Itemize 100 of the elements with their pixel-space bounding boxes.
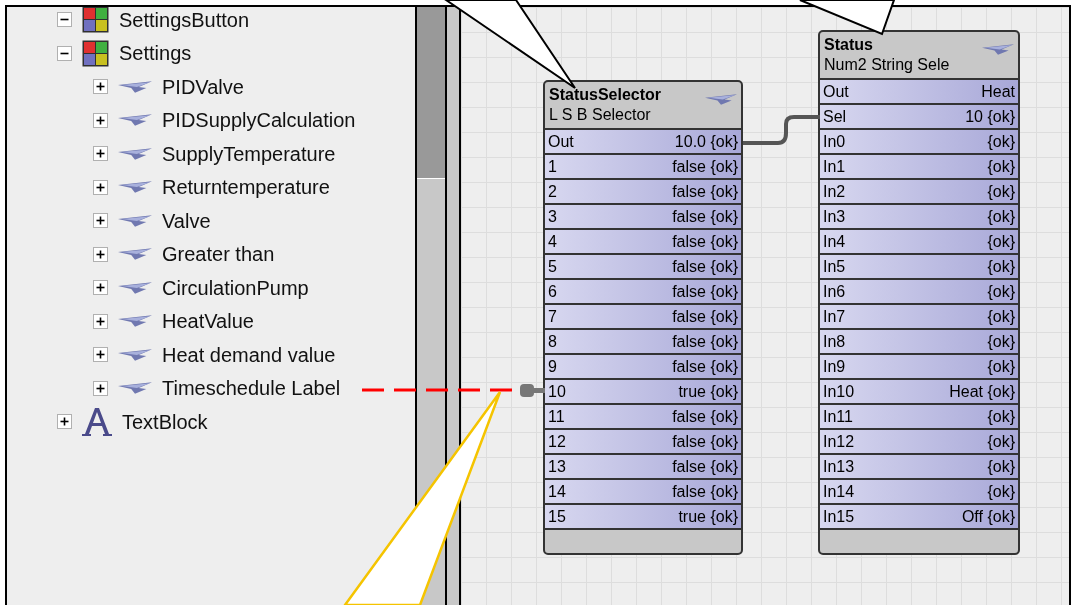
slot-row[interactable]: In7 {ok} <box>820 305 1018 330</box>
expand-icon[interactable] <box>93 112 108 128</box>
slot-row[interactable]: 4 false {ok} <box>545 230 741 255</box>
slot-row[interactable]: 10 true {ok} <box>545 380 741 405</box>
slot-name: 10 <box>548 383 566 400</box>
slot-row[interactable]: Out 10.0 {ok} <box>545 130 741 155</box>
tree-item-label[interactable]: Greater than <box>162 244 275 265</box>
wing-icon <box>118 79 152 94</box>
slot-row[interactable]: 11 false {ok} <box>545 405 741 430</box>
wing-icon <box>118 146 152 161</box>
slot-row[interactable]: In8 {ok} <box>820 330 1018 355</box>
wing-icon <box>118 347 152 362</box>
slot-value: {ok} <box>987 208 1015 225</box>
wing-icon <box>705 93 737 106</box>
slot-row[interactable]: 5 false {ok} <box>545 255 741 280</box>
slot-name: 11 <box>548 408 565 425</box>
slot-row[interactable]: 9 false {ok} <box>545 355 741 380</box>
slot-name: 13 <box>548 458 566 475</box>
expand-icon[interactable] <box>93 280 108 296</box>
slot-value: {ok} <box>987 308 1015 325</box>
slot-row[interactable]: Sel 10 {ok} <box>820 105 1018 130</box>
slot-row[interactable]: Out Heat <box>820 80 1018 105</box>
slot-row[interactable]: In15 Off {ok} <box>820 505 1018 530</box>
collapse-icon[interactable] <box>57 12 72 28</box>
slot-row[interactable]: In3 {ok} <box>820 205 1018 230</box>
expand-icon[interactable] <box>93 146 108 162</box>
slot-value: {ok} <box>987 158 1015 175</box>
tree-item-label[interactable]: SupplyTemperature <box>162 143 336 164</box>
slot-name: 6 <box>548 283 557 300</box>
slot-value: true {ok} <box>678 383 738 400</box>
tree-item-label[interactable]: TextBlock <box>122 411 208 432</box>
slot-value: false {ok} <box>672 208 738 225</box>
slot-value: false {ok} <box>672 358 738 375</box>
function-block[interactable] <box>543 80 743 555</box>
slot-name: 5 <box>548 258 557 275</box>
expand-icon[interactable] <box>93 246 108 262</box>
slot-row[interactable]: 7 false {ok} <box>545 305 741 330</box>
wing-icon <box>118 314 152 329</box>
slot-row[interactable]: In2 {ok} <box>820 180 1018 205</box>
slot-row[interactable]: 13 false {ok} <box>545 455 741 480</box>
tree-item-label[interactable]: PIDValve <box>162 76 244 97</box>
slot-value: false {ok} <box>672 258 738 275</box>
expand-icon[interactable] <box>93 313 108 329</box>
tree-item-label[interactable]: PIDSupplyCalculation <box>162 110 356 131</box>
tree-item-label[interactable]: Heat demand value <box>162 344 336 365</box>
slot-row[interactable]: In10 Heat {ok} <box>820 380 1018 405</box>
wing-icon <box>118 280 152 295</box>
expand-icon[interactable] <box>93 213 108 229</box>
wing-icon <box>118 180 152 195</box>
tree-item-label[interactable]: Timeschedule Label <box>162 378 341 399</box>
collapse-icon[interactable] <box>57 45 72 61</box>
slot-row[interactable]: In6 {ok} <box>820 280 1018 305</box>
tree-item-label[interactable]: Valve <box>162 210 211 231</box>
slot-name: 15 <box>548 508 566 525</box>
slot-row[interactable]: 14 false {ok} <box>545 480 741 505</box>
slot-row[interactable]: In13 {ok} <box>820 455 1018 480</box>
slot-value: {ok} <box>987 358 1015 375</box>
slot-name: 7 <box>548 308 557 325</box>
tree-item-label[interactable]: Returntemperature <box>162 177 330 198</box>
expand-icon[interactable] <box>93 347 108 363</box>
tree-item-label[interactable]: CirculationPump <box>162 277 309 298</box>
slot-row[interactable]: In4 {ok} <box>820 230 1018 255</box>
expand-icon[interactable] <box>93 79 108 95</box>
slot-name: In1 <box>823 158 846 175</box>
slot-row[interactable]: 3 false {ok} <box>545 205 741 230</box>
expand-icon[interactable] <box>93 179 108 195</box>
tree-item-label[interactable]: HeatValue <box>162 311 254 332</box>
slot-row[interactable]: 15 true {ok} <box>545 505 741 530</box>
function-block[interactable] <box>818 30 1020 555</box>
slot-row[interactable]: 2 false {ok} <box>545 180 741 205</box>
slot-row[interactable]: In11 {ok} <box>820 405 1018 430</box>
slot-value: false {ok} <box>672 308 738 325</box>
expand-icon[interactable] <box>57 414 72 430</box>
slot-value: {ok} <box>987 408 1015 425</box>
slot-value: false {ok} <box>672 233 738 250</box>
slot-row[interactable]: In14 {ok} <box>820 480 1018 505</box>
text-block-icon <box>82 406 112 437</box>
slot-name: In10 <box>823 383 855 400</box>
slot-name: In6 <box>823 283 846 300</box>
slot-row[interactable]: In9 {ok} <box>820 355 1018 380</box>
slot-row[interactable]: In5 {ok} <box>820 255 1018 280</box>
slot-row[interactable]: 12 false {ok} <box>545 430 741 455</box>
slot-row[interactable]: In12 {ok} <box>820 430 1018 455</box>
slot-name: Out <box>548 133 574 150</box>
slot-row[interactable]: In1 {ok} <box>820 155 1018 180</box>
slot-value: Off {ok} <box>961 508 1015 525</box>
slot-name: In11 <box>823 408 853 425</box>
slot-row[interactable]: 6 false {ok} <box>545 280 741 305</box>
slot-name: In0 <box>823 133 846 150</box>
slot-row[interactable]: In0 {ok} <box>820 130 1018 155</box>
slot-value: false {ok} <box>672 483 738 500</box>
expand-icon[interactable] <box>93 380 108 396</box>
wing-icon <box>982 43 1014 56</box>
slot-row[interactable]: 8 false {ok} <box>545 330 741 355</box>
slot-value: {ok} <box>987 183 1015 200</box>
slot-row[interactable]: 1 false {ok} <box>545 155 741 180</box>
tree-item-label[interactable]: SettingsButton <box>119 9 250 30</box>
tree-item-label[interactable]: Settings <box>119 43 192 64</box>
scrollbar-thumb[interactable] <box>417 7 445 179</box>
slot-value: false {ok} <box>672 283 738 300</box>
